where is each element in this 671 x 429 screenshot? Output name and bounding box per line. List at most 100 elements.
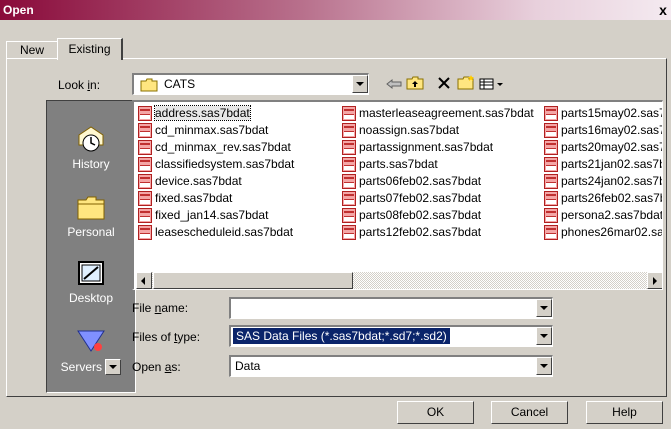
sas-dataset-file-icon [544, 140, 558, 155]
file-item[interactable]: parts06feb02.sas7bdat [340, 173, 534, 190]
places-bar: History Personal Desktop Servers [46, 100, 136, 393]
file-item[interactable]: parts.sas7bdat [340, 156, 534, 173]
delete-icon[interactable] [434, 75, 454, 95]
file-item-name: parts20may02.sas7bdat [561, 140, 662, 154]
file-item[interactable]: parts07feb02.sas7bdat [340, 190, 534, 207]
file-item[interactable]: phones26mar02.sas7bdat [542, 224, 662, 241]
help-button[interactable]: Help [586, 401, 663, 424]
open-as-label: Open as: [132, 360, 181, 374]
servers-dropdown-button[interactable] [105, 359, 122, 375]
file-item-name: noassign.sas7bdat [359, 123, 460, 137]
file-column-3: parts15may02.sas7bdat parts16may02.sas7bd… [542, 105, 663, 241]
file-item[interactable]: parts21jan02.sas7bdat [542, 156, 662, 173]
horizontal-scrollbar[interactable] [136, 272, 662, 289]
place-servers[interactable]: Servers [47, 327, 135, 375]
file-item[interactable]: parts24jan02.sas7bdat [542, 173, 662, 190]
new-folder-icon[interactable] [456, 75, 476, 95]
scroll-right-button[interactable] [647, 272, 662, 289]
file-item[interactable]: parts15may02.sas7bdat [542, 105, 662, 122]
file-item[interactable]: parts20may02.sas7bdat [542, 139, 662, 156]
file-item[interactable]: parts12feb02.sas7bdat [340, 224, 534, 241]
file-item-name: classifiedsystem.sas7bdat [155, 157, 295, 171]
file-item-name: masterleaseagreement.sas7bdat [359, 106, 534, 120]
file-item[interactable]: partassignment.sas7bdat [340, 139, 534, 156]
sas-dataset-file-icon [138, 174, 152, 189]
sas-dataset-file-icon [138, 123, 152, 138]
sas-dataset-file-icon [138, 191, 152, 206]
file-item[interactable]: cd_minmax_rev.sas7bdat [136, 139, 294, 156]
file-item[interactable]: parts26feb02.sas7bdat [542, 190, 662, 207]
file-item-name: persona2.sas7bdat [561, 208, 663, 222]
views-menu-icon[interactable] [478, 75, 508, 95]
sas-dataset-file-icon [138, 157, 152, 172]
up-folder-icon[interactable] [405, 75, 425, 95]
place-servers-label: Servers [60, 360, 102, 374]
sas-dataset-file-icon [342, 208, 356, 223]
file-item-name: parts06feb02.sas7bdat [359, 174, 482, 188]
file-item-name: parts08feb02.sas7bdat [359, 208, 482, 222]
close-icon[interactable]: x [657, 0, 669, 20]
file-item-name: parts.sas7bdat [359, 157, 438, 171]
tab-existing-label: Existing [68, 42, 111, 56]
file-item[interactable]: parts16may02.sas7bdat [542, 122, 662, 139]
chevron-down-icon [109, 365, 118, 369]
file-name-dropdown-button[interactable] [536, 299, 552, 317]
file-item-name: device.sas7bdat [155, 174, 242, 188]
file-item[interactable]: address.sas7bdat [136, 105, 294, 122]
file-item[interactable]: parts08feb02.sas7bdat [340, 207, 534, 224]
file-item-name: partassignment.sas7bdat [359, 140, 494, 154]
file-type-combo[interactable]: SAS Data Files (*.sas7bdat;*.sd7;*.sd2) [229, 325, 553, 347]
file-item-name: parts15may02.sas7bdat [561, 106, 662, 120]
sas-dataset-file-icon [342, 106, 356, 121]
scroll-left-button[interactable] [136, 272, 152, 289]
file-name-label: File name: [132, 301, 189, 315]
sas-dataset-file-icon [544, 225, 558, 240]
cancel-button[interactable]: Cancel [491, 401, 568, 424]
sas-dataset-file-icon [544, 174, 558, 189]
file-type-label: Files of type: [132, 330, 201, 344]
file-item-name: parts12feb02.sas7bdat [359, 225, 482, 239]
sas-dataset-file-icon [138, 140, 152, 155]
place-personal[interactable]: Personal [47, 193, 135, 239]
file-item[interactable]: masterleaseagreement.sas7bdat [340, 105, 534, 122]
sas-dataset-file-icon [342, 225, 356, 240]
file-name-combo[interactable] [229, 297, 553, 319]
file-item[interactable]: fixed.sas7bdat [136, 190, 294, 207]
sas-dataset-file-icon [544, 106, 558, 121]
scroll-thumb[interactable] [153, 272, 353, 289]
open-as-dropdown-button[interactable] [536, 357, 552, 375]
place-desktop-label: Desktop [68, 291, 114, 305]
place-history[interactable]: History [47, 125, 135, 171]
sas-dataset-file-icon [342, 140, 356, 155]
folder-icon [140, 78, 158, 92]
tab-existing[interactable]: Existing [57, 38, 123, 60]
ok-button[interactable]: OK [397, 401, 474, 424]
back-icon[interactable] [384, 75, 404, 95]
file-item[interactable]: persona2.sas7bdat [542, 207, 663, 224]
look-in-dropdown-button[interactable] [352, 75, 368, 93]
file-list[interactable]: address.sas7bdat cd_minmax.sas7bdat cd_min… [132, 100, 663, 290]
file-item[interactable]: fixed_jan14.sas7bdat [136, 207, 294, 224]
file-item[interactable]: leasescheduleid.sas7bdat [136, 224, 294, 241]
personal-folder-icon [77, 196, 105, 220]
file-item-name: parts26feb02.sas7bdat [561, 191, 662, 205]
file-item[interactable]: device.sas7bdat [136, 173, 294, 190]
open-as-combo[interactable]: Data [229, 355, 553, 377]
file-item-name: parts21jan02.sas7bdat [561, 157, 662, 171]
place-desktop[interactable]: Desktop [47, 259, 135, 305]
tab-new-label: New [19, 43, 44, 57]
file-item[interactable]: classifiedsystem.sas7bdat [136, 156, 294, 173]
file-type-dropdown-button[interactable] [536, 327, 552, 345]
sas-dataset-file-icon [138, 225, 152, 240]
tab-new[interactable]: New [6, 41, 58, 59]
file-item[interactable]: cd_minmax.sas7bdat [136, 122, 294, 139]
file-column-1: address.sas7bdat cd_minmax.sas7bdat cd_min… [136, 105, 294, 241]
window-title: Open [3, 3, 34, 17]
file-item-name: fixed.sas7bdat [155, 191, 233, 205]
file-item-name: address.sas7bdat [154, 105, 251, 121]
sas-dataset-file-icon [138, 106, 152, 121]
file-item[interactable]: noassign.sas7bdat [340, 122, 534, 139]
look-in-label: Look in: [58, 78, 101, 92]
sas-dataset-file-icon [342, 157, 356, 172]
look-in-combo[interactable]: CATS [132, 73, 369, 95]
